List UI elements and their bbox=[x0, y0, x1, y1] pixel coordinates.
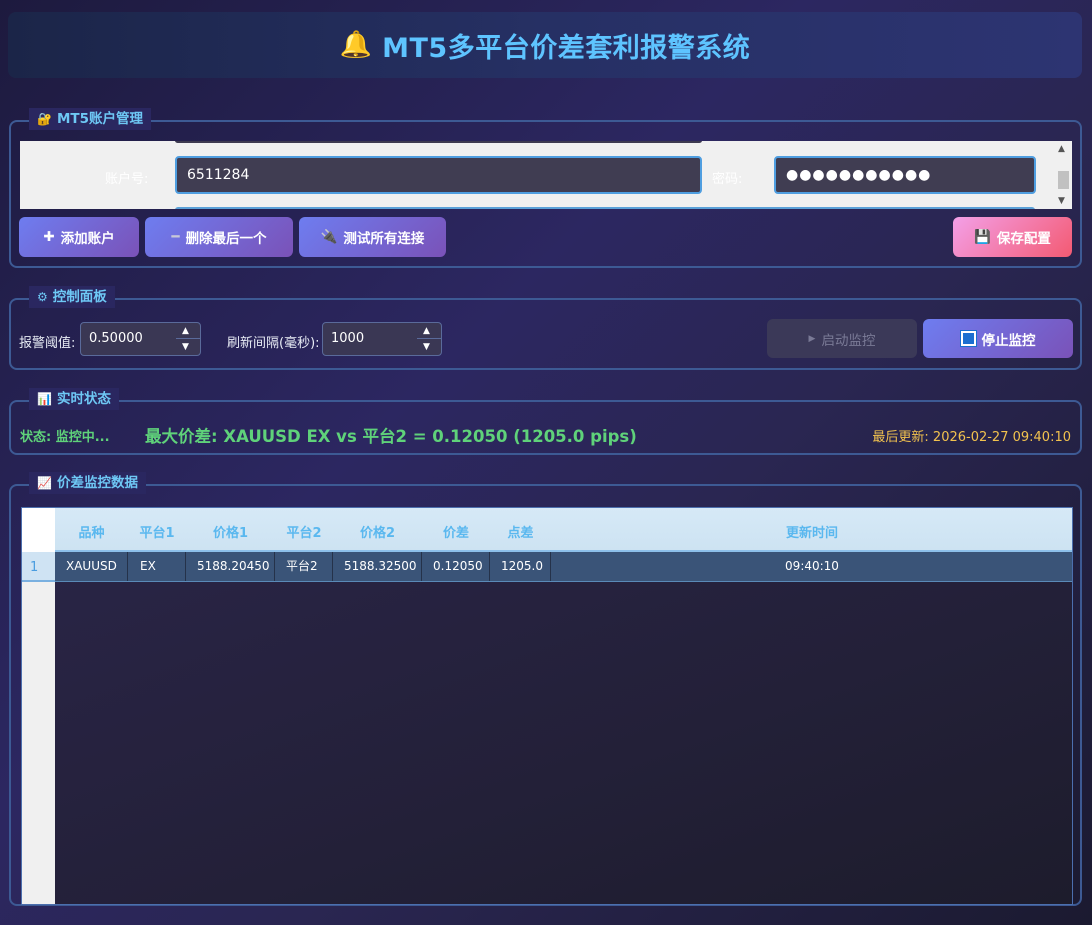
table-cell[interactable]: 平台2 bbox=[275, 552, 333, 581]
control-panel-group: ⚙ 控制面板 报警阈值: 0.50000 ▲ ▼ 刷新间隔(毫秒): 1000 … bbox=[9, 286, 1082, 370]
last-update-text: 最后更新: 2026-02-27 09:40:10 bbox=[872, 430, 1071, 445]
account-management-group: 🔐 MT5账户管理 账户号: 6511284 密码: ●●●●●●●●●●● ▲… bbox=[9, 108, 1082, 268]
play-icon: ▶ bbox=[808, 333, 816, 344]
column-header[interactable]: 点差 bbox=[490, 522, 551, 541]
stop-monitor-button[interactable]: 停止监控 bbox=[923, 319, 1073, 358]
table-cell[interactable]: 1205.0 bbox=[490, 552, 551, 581]
table-row[interactable]: XAUUSD EX 5188.20450 平台2 5188.32500 0.12… bbox=[55, 552, 1072, 582]
minus-icon: ━ bbox=[171, 229, 180, 245]
password-label: 密码: bbox=[712, 172, 743, 187]
interval-decrement-icon[interactable]: ▼ bbox=[423, 342, 430, 352]
alarm-threshold-label: 报警阈值: bbox=[19, 336, 76, 351]
refresh-interval-label: 刷新间隔(毫秒): bbox=[227, 336, 320, 351]
column-header[interactable]: 品种 bbox=[55, 522, 128, 541]
scroll-up-icon[interactable]: ▲ bbox=[1058, 144, 1065, 154]
column-header[interactable]: 平台2 bbox=[275, 522, 333, 541]
spread-table[interactable]: 品种 平台1 价格1 平台2 价格2 价差 点差 更新时间 1 XAUUSD E… bbox=[21, 507, 1073, 905]
table-cell[interactable]: 09:40:10 bbox=[551, 552, 1072, 581]
column-header[interactable]: 价格1 bbox=[186, 522, 275, 541]
max-spread-text: 最大价差: XAUUSD EX vs 平台2 = 0.12050 (1205.0… bbox=[145, 427, 637, 446]
account-group-title: 🔐 MT5账户管理 bbox=[29, 108, 151, 130]
table-cell[interactable]: 5188.32500 bbox=[333, 552, 422, 581]
table-header: 品种 平台1 价格1 平台2 价格2 价差 点差 更新时间 bbox=[55, 508, 1072, 552]
bar-chart-icon: 📊 bbox=[37, 392, 52, 406]
start-monitor-button[interactable]: ▶ 启动监控 bbox=[767, 319, 917, 358]
account-number-label: 账户号: bbox=[105, 172, 149, 187]
threshold-increment-icon[interactable]: ▲ bbox=[182, 326, 189, 336]
column-header[interactable]: 价差 bbox=[422, 522, 490, 541]
scroll-down-icon[interactable]: ▼ bbox=[1058, 196, 1065, 206]
lock-icon: 🔐 bbox=[37, 112, 52, 126]
stop-icon bbox=[960, 331, 976, 346]
save-config-button[interactable]: 💾 保存配置 bbox=[953, 217, 1072, 257]
plug-icon: 🔌 bbox=[320, 229, 338, 245]
gear-icon: ⚙ bbox=[37, 290, 48, 304]
floppy-disk-icon: 💾 bbox=[974, 229, 991, 245]
trend-chart-icon: 📈 bbox=[37, 476, 52, 490]
monitor-state-text: 状态: 监控中... bbox=[20, 430, 110, 445]
interval-increment-icon[interactable]: ▲ bbox=[423, 326, 430, 336]
app-header: 🔔 MT5多平台价差套利报警系统 bbox=[8, 12, 1082, 78]
status-group-title: 📊 实时状态 bbox=[29, 388, 119, 410]
column-header[interactable]: 更新时间 bbox=[551, 522, 1072, 541]
bell-icon: 🔔 bbox=[339, 30, 373, 60]
table-corner[interactable] bbox=[22, 508, 55, 552]
table-cell[interactable]: 5188.20450 bbox=[186, 552, 275, 581]
table-group-title: 📈 价差监控数据 bbox=[29, 472, 146, 494]
app-title: MT5多平台价差套利报警系统 bbox=[382, 32, 751, 64]
table-cell[interactable]: XAUUSD bbox=[55, 552, 128, 581]
column-header[interactable]: 价格2 bbox=[333, 522, 422, 541]
refresh-interval-spinbox[interactable]: 1000 ▲ ▼ bbox=[322, 322, 442, 356]
realtime-status-group: 📊 实时状态 状态: 监控中... 最大价差: XAUUSD EX vs 平台2… bbox=[9, 388, 1082, 455]
table-cell[interactable]: 0.12050 bbox=[422, 552, 490, 581]
plus-icon: ✚ bbox=[43, 229, 55, 245]
control-group-title: ⚙ 控制面板 bbox=[29, 286, 115, 308]
scroll-thumb[interactable] bbox=[1058, 171, 1069, 189]
password-input[interactable]: ●●●●●●●●●●● bbox=[774, 156, 1036, 194]
test-connections-button[interactable]: 🔌 测试所有连接 bbox=[299, 217, 446, 257]
row-number[interactable]: 1 bbox=[22, 552, 55, 582]
delete-last-account-button[interactable]: ━ 删除最后一个 bbox=[145, 217, 293, 257]
spread-monitor-group: 📈 价差监控数据 品种 平台1 价格1 平台2 价格2 价差 点差 更新时间 1… bbox=[9, 472, 1082, 906]
account-number-input[interactable]: 6511284 bbox=[175, 156, 702, 194]
table-cell[interactable]: EX bbox=[128, 552, 186, 581]
account-vertical-scrollbar[interactable]: ▲ ▼ bbox=[1055, 141, 1072, 209]
account-list-scroll-area[interactable]: 账户号: 6511284 密码: ●●●●●●●●●●● ▲ ▼ bbox=[20, 141, 1072, 209]
add-account-button[interactable]: ✚ 添加账户 bbox=[19, 217, 139, 257]
alarm-threshold-spinbox[interactable]: 0.50000 ▲ ▼ bbox=[80, 322, 201, 356]
column-header[interactable]: 平台1 bbox=[128, 522, 186, 541]
threshold-decrement-icon[interactable]: ▼ bbox=[182, 342, 189, 352]
